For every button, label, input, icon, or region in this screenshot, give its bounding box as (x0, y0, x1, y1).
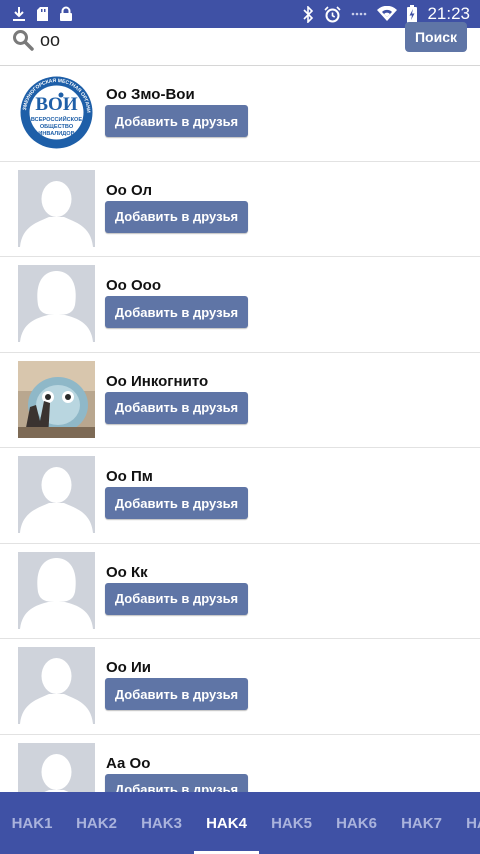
avatar[interactable] (18, 742, 95, 792)
default-avatar-icon (18, 169, 95, 247)
user-name[interactable]: Оо Змо-Вои (106, 86, 195, 103)
add-friend-button[interactable]: Добавить в друзья (105, 678, 248, 710)
user-name[interactable]: Аа Оо (106, 755, 150, 772)
tab-hak3[interactable]: HAK3 (129, 792, 194, 854)
search-button[interactable]: Поиск (405, 22, 467, 52)
sd-card-icon (36, 6, 49, 22)
bottom-tab-bar: HAK1 HAK2 HAK3 HAK4 HAK5 HAK6 HAK7 HAK8 (0, 792, 480, 854)
alarm-icon (324, 5, 342, 23)
tab-hak1[interactable]: HAK1 (0, 792, 64, 854)
status-time: 21:23 (427, 4, 470, 23)
add-friend-button[interactable]: Добавить в друзья (105, 296, 248, 328)
default-avatar-icon (18, 647, 95, 724)
avatar[interactable] (18, 456, 95, 533)
logo-abbreviation: ВОИ (35, 94, 77, 115)
download-icon (12, 6, 26, 22)
signal-dots-icon (351, 11, 367, 17)
tab-hak8[interactable]: HAK8 (454, 792, 480, 854)
user-name[interactable]: Оо Инкогнито (106, 373, 208, 390)
user-name[interactable]: Оо Ооо (106, 277, 161, 294)
add-friend-button[interactable]: Добавить в друзья (105, 200, 248, 233)
list-item[interactable]: ЗМЕИНОГОРСКАЯ МЕСТНАЯ ОРГАНИЗАЦИЯ ВОИ ВС… (0, 66, 480, 162)
add-friend-button[interactable]: Добавить в друзья (105, 391, 248, 424)
search-input[interactable]: оо (12, 24, 392, 56)
user-name[interactable]: Оо Ол (106, 182, 152, 199)
tab-hak7[interactable]: HAK7 (389, 792, 454, 854)
avatar[interactable] (18, 647, 95, 724)
status-right-icons: 21:23 (303, 4, 470, 24)
search-icon (12, 29, 34, 51)
list-item[interactable]: Оо Ии Добавить в друзья (0, 639, 480, 735)
tab-hak5[interactable]: HAK5 (259, 792, 324, 854)
default-avatar-female-icon (18, 551, 95, 629)
list-item[interactable]: Оо Ол Добавить в друзья (0, 162, 480, 257)
default-avatar-icon (18, 456, 95, 533)
avatar[interactable] (18, 551, 95, 629)
list-item[interactable]: Оо Ооо Добавить в друзья (0, 257, 480, 353)
tab-hak4[interactable]: HAK4 (194, 792, 259, 854)
bluetooth-icon (303, 5, 314, 23)
user-name[interactable]: Оо Кк (106, 564, 148, 581)
avatar[interactable] (18, 265, 95, 342)
tab-hak2[interactable]: HAK2 (64, 792, 129, 854)
user-name[interactable]: Оо Пм (106, 468, 153, 485)
logo-text-line2: ОБЩЕСТВО (40, 124, 74, 130)
list-item[interactable]: Оо Пм Добавить в друзья (0, 448, 480, 544)
search-results-list[interactable]: ЗМЕИНОГОРСКАЯ МЕСТНАЯ ОРГАНИЗАЦИЯ ВОИ ВС… (0, 66, 480, 792)
logo-text-line3: ИНВАЛИДОВ (38, 131, 74, 137)
battery-charging-icon (407, 5, 418, 23)
add-friend-button[interactable]: Добавить в друзья (105, 105, 248, 137)
list-item[interactable]: Оо Инкогнито Добавить в друзья (0, 353, 480, 448)
avatar[interactable]: ЗМЕИНОГОРСКАЯ МЕСТНАЯ ОРГАНИЗАЦИЯ ВОИ ВС… (18, 74, 95, 151)
list-item[interactable]: Аа Оо Добавить в друзья (0, 735, 480, 792)
list-item[interactable]: Оо Кк Добавить в друзья (0, 544, 480, 639)
status-left-icons (12, 6, 73, 22)
logo-text-line1: ВСЕРОССИЙСКОЕ (31, 115, 83, 123)
user-name[interactable]: Оо Ии (106, 659, 151, 676)
avatar[interactable] (18, 360, 95, 438)
add-friend-button[interactable]: Добавить в друзья (105, 773, 248, 792)
tab-hak6[interactable]: HAK6 (324, 792, 389, 854)
lock-icon (59, 6, 73, 22)
default-avatar-icon (18, 742, 95, 792)
wifi-icon (377, 6, 398, 22)
add-friend-button[interactable]: Добавить в друзья (105, 487, 248, 519)
default-avatar-female-icon (18, 265, 95, 342)
user-photo (18, 360, 95, 438)
search-bar: оо Поиск (0, 22, 480, 66)
organization-logo: ЗМЕИНОГОРСКАЯ МЕСТНАЯ ОРГАНИЗАЦИЯ ВОИ ВС… (18, 74, 95, 151)
avatar[interactable] (18, 169, 95, 247)
search-query: оо (40, 29, 61, 50)
add-friend-button[interactable]: Добавить в друзья (105, 582, 248, 615)
